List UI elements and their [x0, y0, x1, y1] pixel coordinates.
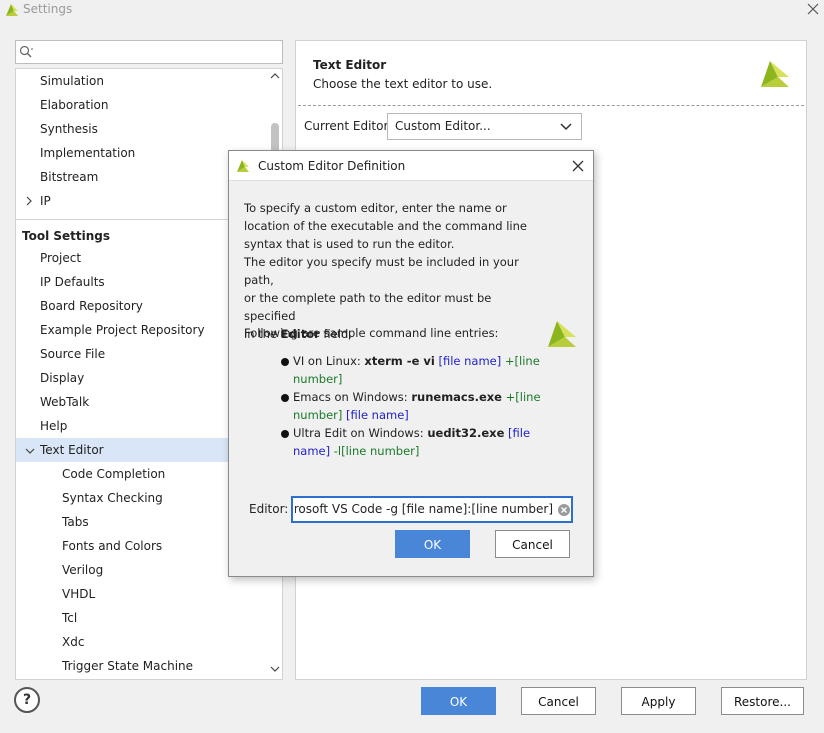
tree-item-bitstream[interactable]: Bitstream: [40, 165, 98, 189]
tree-item-ip-defaults[interactable]: IP Defaults: [40, 270, 105, 294]
clear-input-icon[interactable]: [557, 503, 571, 517]
samples-heading: Following are sample command line entrie…: [244, 326, 499, 340]
dialog-close-icon[interactable]: [571, 159, 585, 173]
tree-item-synthesis[interactable]: Synthesis: [40, 117, 98, 141]
sample-arg: number]: [293, 372, 343, 386]
tree-item-ip[interactable]: IP: [40, 189, 51, 213]
dialog-cancel-button[interactable]: Cancel: [495, 530, 570, 558]
search-box[interactable]: [15, 40, 283, 64]
sample-arg: [file name]: [342, 408, 409, 422]
tree-item-text-editor[interactable]: Text Editor: [40, 438, 104, 462]
tree-item-tabs[interactable]: Tabs: [62, 510, 89, 534]
chevron-down-icon: [560, 123, 572, 131]
sample-emacs-windows: Emacs on Windows: runemacs.exe +[line nu…: [293, 388, 543, 424]
chevron-right-icon[interactable]: [24, 195, 34, 207]
panel-title: Text Editor: [313, 58, 387, 72]
description-line: or the complete path to the editor must …: [244, 291, 492, 323]
apply-button[interactable]: Apply: [621, 687, 696, 715]
editor-input-value: Microsoft VS Code -g [file name]:[line n…: [295, 502, 553, 516]
sample-ultraedit-windows: Ultra Edit on Windows: uedit32.exe [file…: [293, 424, 543, 460]
tree-item-source-file[interactable]: Source File: [40, 342, 105, 366]
search-icon: [19, 45, 33, 58]
sample-prefix: Emacs on Windows:: [293, 390, 412, 404]
sample-arg: -l[line number]: [330, 444, 420, 458]
dialog-ok-button[interactable]: OK: [395, 530, 470, 558]
tree-item-display[interactable]: Display: [40, 366, 84, 390]
sample-prefix: Ultra Edit on Windows:: [293, 426, 428, 440]
sample-cmd: runemacs.exe: [411, 390, 502, 404]
tree-item-code-completion[interactable]: Code Completion: [62, 462, 165, 486]
sample-arg: [file: [504, 426, 531, 440]
tree-item-project[interactable]: Project: [40, 246, 81, 270]
help-button[interactable]: ?: [14, 687, 40, 713]
description-line: location of the executable and the comma…: [244, 219, 527, 233]
sample-arg: number]: [293, 408, 343, 422]
sample-arg: name]: [293, 444, 331, 458]
bullet-dot: [281, 430, 289, 438]
sample-cmd: xterm -e vi: [364, 354, 435, 368]
tree-item-elaboration[interactable]: Elaboration: [40, 93, 109, 117]
sample-arg: +[line: [501, 390, 541, 404]
tree-item-simulation[interactable]: Simulation: [40, 69, 104, 93]
app-logo-icon: [6, 4, 18, 16]
tree-item-xdc[interactable]: Xdc: [62, 630, 84, 654]
sample-prefix: VI on Linux:: [293, 354, 365, 368]
tree-item-board-repository[interactable]: Board Repository: [40, 294, 143, 318]
tree-item-trigger-state-machine[interactable]: Trigger State Machine: [62, 654, 193, 678]
tree-item-vhdl[interactable]: VHDL: [62, 582, 95, 606]
current-editor-label: Current Editor:: [304, 119, 393, 133]
tree-item-help[interactable]: Help: [40, 414, 67, 438]
tree-item-webtalk[interactable]: WebTalk: [40, 390, 89, 414]
dialog-logo-icon: [237, 160, 249, 172]
sample-arg: +[line: [501, 354, 540, 368]
search-input[interactable]: [38, 43, 278, 61]
title-bar: Settings: [0, 0, 824, 24]
editor-input[interactable]: Microsoft VS Code -g [file name]:[line n…: [291, 496, 573, 523]
scroll-up-icon[interactable]: [269, 71, 281, 81]
tree-header-tool-settings: Tool Settings: [22, 229, 111, 243]
editor-label: Editor:: [249, 502, 289, 516]
scroll-down-icon[interactable]: [269, 664, 281, 674]
custom-editor-dialog: Custom Editor Definition To specify a cu…: [228, 150, 594, 577]
vivado-logo-icon: [548, 321, 576, 347]
sample-arg: [file name]: [434, 354, 502, 368]
restore-button[interactable]: Restore...: [721, 687, 804, 715]
current-editor-select[interactable]: Custom Editor...: [387, 113, 582, 140]
header-divider: [298, 105, 804, 106]
sample-vi-linux: VI on Linux: xterm -e vi [file name] +[l…: [293, 352, 543, 388]
panel-subtitle: Choose the text editor to use.: [313, 77, 493, 91]
tree-item-implementation[interactable]: Implementation: [40, 141, 135, 165]
current-editor-value: Custom Editor...: [395, 119, 491, 133]
tree-item-example-project-repository[interactable]: Example Project Repository: [40, 318, 205, 342]
bullet-dot: [281, 358, 289, 366]
chevron-down-icon[interactable]: [24, 446, 36, 456]
dialog-description: To specify a custom editor, enter the na…: [244, 199, 544, 343]
sample-cmd: uedit32.exe: [427, 426, 505, 440]
cancel-button[interactable]: Cancel: [521, 687, 596, 715]
window-close-icon[interactable]: [804, 0, 822, 18]
bullet-dot: [281, 394, 289, 402]
tree-item-fonts-and-colors[interactable]: Fonts and Colors: [62, 534, 162, 558]
window-title: Settings: [23, 2, 73, 16]
tree-item-verilog[interactable]: Verilog: [62, 558, 103, 582]
tree-item-syntax-checking[interactable]: Syntax Checking: [62, 486, 163, 510]
description-line: syntax that is used to run the editor.: [244, 237, 455, 251]
dialog-title-bar: Custom Editor Definition: [229, 151, 593, 181]
dialog-title: Custom Editor Definition: [258, 159, 406, 173]
description-line: To specify a custom editor, enter the na…: [244, 201, 507, 215]
tree-item-tcl[interactable]: Tcl: [62, 606, 77, 630]
ok-button[interactable]: OK: [421, 687, 496, 715]
vivado-logo-icon: [761, 61, 789, 87]
description-line: The editor you specify must be included …: [244, 255, 519, 287]
